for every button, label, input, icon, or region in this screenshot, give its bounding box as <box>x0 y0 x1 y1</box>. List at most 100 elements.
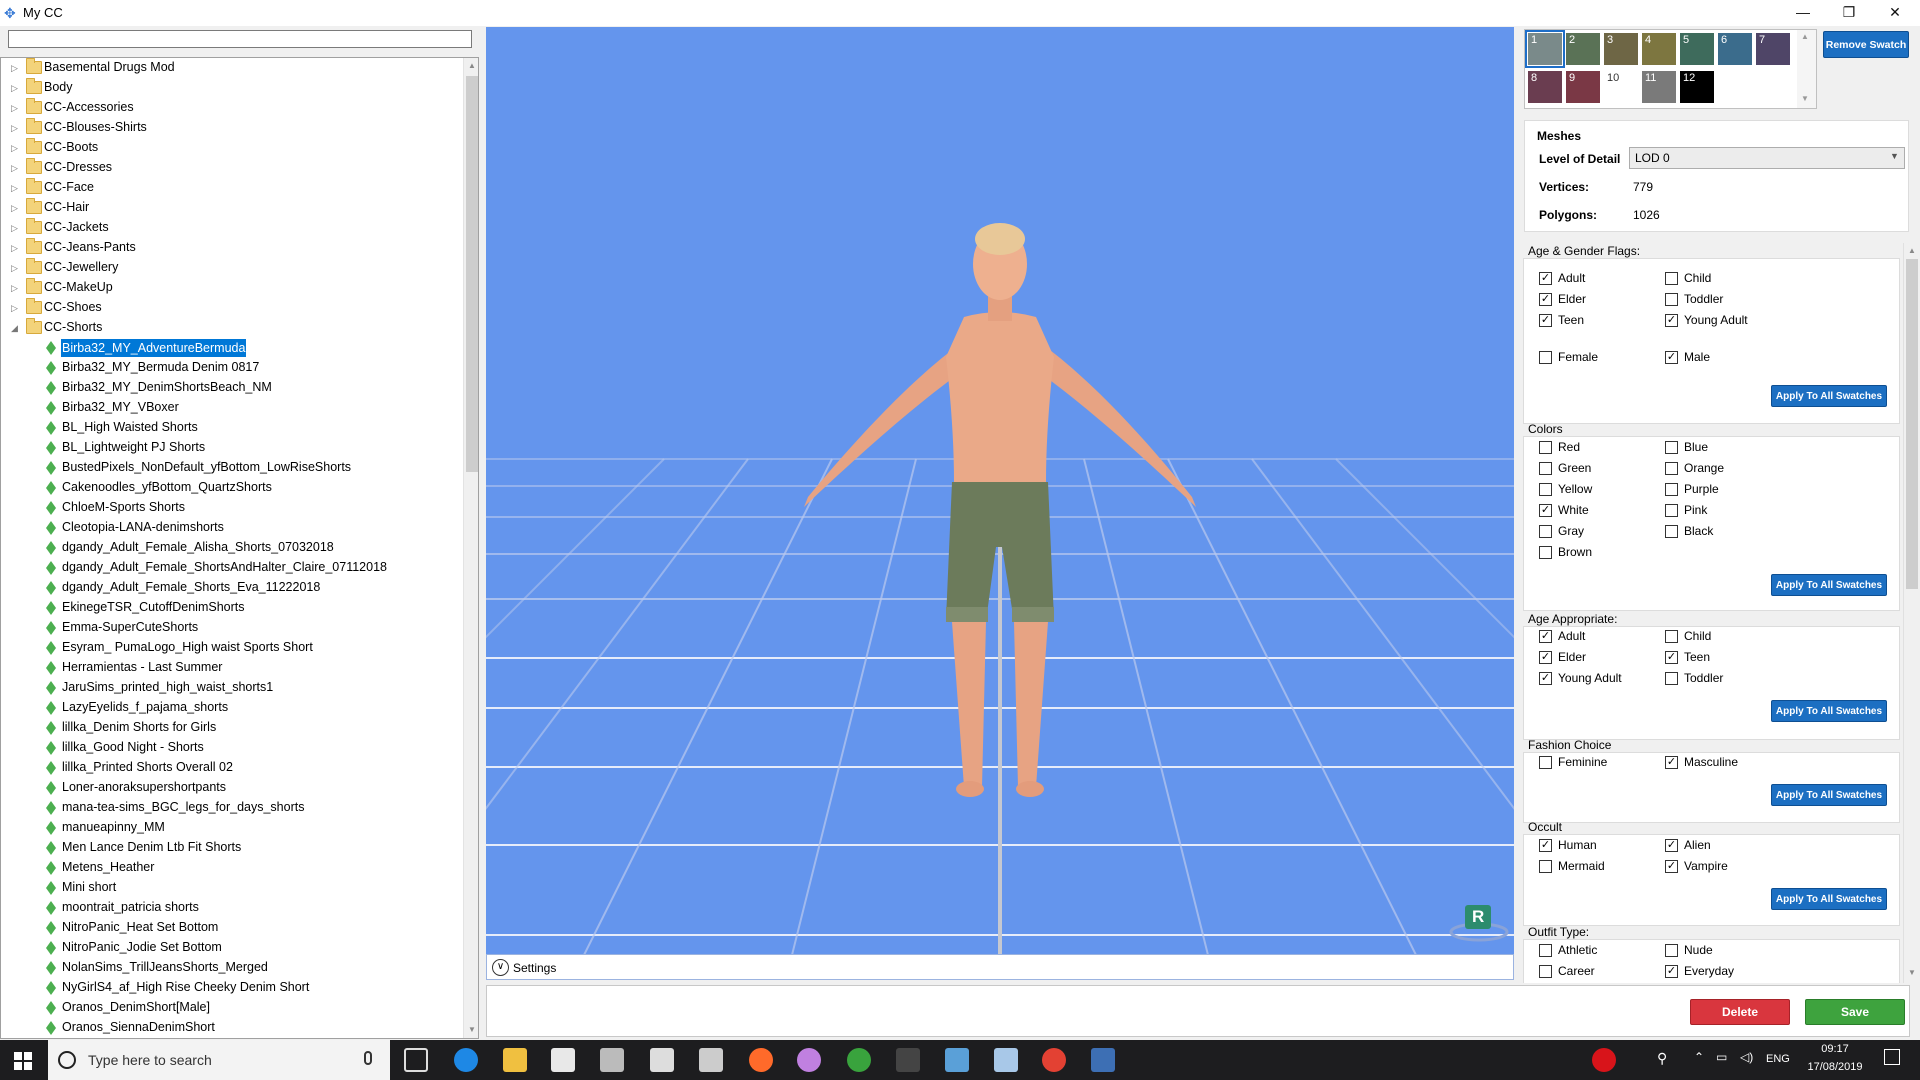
fashion-apply-button[interactable]: Apply To All Swatches <box>1771 784 1887 806</box>
notifications-icon[interactable] <box>1884 1049 1900 1065</box>
edge-icon[interactable] <box>454 1048 478 1072</box>
windows-start-icon[interactable] <box>14 1052 32 1070</box>
maximize-button[interactable]: ❐ <box>1826 0 1872 26</box>
tree-item-row[interactable]: NolanSims_TrillJeansShorts_Merged <box>1 958 463 978</box>
expander-icon[interactable]: ▷ <box>11 278 21 298</box>
checkbox-icon[interactable] <box>1665 944 1678 957</box>
tree-folder-row[interactable]: ▷ Body <box>1 78 463 98</box>
volume-icon[interactable]: ◁) <box>1740 1050 1753 1064</box>
checkbox-icon[interactable] <box>1539 546 1552 559</box>
expander-icon[interactable]: ▷ <box>11 298 21 318</box>
tree-item-row[interactable]: Birba32_MY_DenimShortsBeach_NM <box>1 378 463 398</box>
minimize-button[interactable]: — <box>1780 0 1826 26</box>
swatch-10[interactable]: 10 <box>1604 71 1638 103</box>
viewport-settings-bar[interactable]: ∨ Settings <box>486 954 1514 980</box>
swatch-3[interactable]: 3 <box>1604 33 1638 65</box>
store-icon[interactable] <box>551 1048 575 1072</box>
delete-button[interactable]: Delete <box>1690 999 1790 1025</box>
tree-item-row[interactable]: NitroPanic_Jodie Set Bottom <box>1 938 463 958</box>
checkbox-icon[interactable] <box>1539 441 1552 454</box>
tree-item-row[interactable]: Birba32_MY_AdventureBermuda <box>1 338 463 358</box>
tree-folder-row[interactable]: ▷ CC-Jewellery <box>1 258 463 278</box>
checkbox-icon[interactable] <box>1539 965 1552 978</box>
language-indicator[interactable]: ENG <box>1766 1053 1790 1065</box>
mail-icon[interactable] <box>699 1048 723 1072</box>
checkbox-icon[interactable]: ✓ <box>1539 839 1552 852</box>
tree-item-row[interactable]: NitroPanic_Heat Set Bottom <box>1 918 463 938</box>
tree-folder-row[interactable]: ◢ CC-Shorts <box>1 318 463 338</box>
tree-item-row[interactable]: Mini short <box>1 878 463 898</box>
checkbox-icon[interactable] <box>1539 860 1552 873</box>
expander-icon[interactable]: ▷ <box>11 258 21 278</box>
tree-item-row[interactable]: Emma-SuperCuteShorts <box>1 618 463 638</box>
clock-date[interactable]: 17/08/2019 <box>1801 1061 1869 1073</box>
save-button[interactable]: Save <box>1805 999 1905 1025</box>
tree-item-row[interactable]: Birba32_MY_Bermuda Denim 0817 <box>1 358 463 378</box>
expander-icon[interactable]: ▷ <box>11 138 21 158</box>
tree-item-row[interactable]: Cakenoodles_yfBottom_QuartzShorts <box>1 478 463 498</box>
checkbox-icon[interactable] <box>1539 483 1552 496</box>
checkbox-icon[interactable] <box>1665 630 1678 643</box>
scroll-up-icon[interactable]: ▲ <box>1801 32 1809 41</box>
tree-item-row[interactable]: mana-tea-sims_BGC_legs_for_days_shorts <box>1 798 463 818</box>
swatch-12[interactable]: 12 <box>1680 71 1714 103</box>
checkbox-icon[interactable] <box>1665 525 1678 538</box>
checkbox-icon[interactable] <box>1539 462 1552 475</box>
checkbox-icon[interactable] <box>1665 483 1678 496</box>
scroll-down-icon[interactable]: ▼ <box>1801 94 1809 103</box>
checkbox-icon[interactable] <box>1539 756 1552 769</box>
checkbox-icon[interactable]: ✓ <box>1665 756 1678 769</box>
expander-icon[interactable]: ▷ <box>11 178 21 198</box>
checkbox-icon[interactable] <box>1539 525 1552 538</box>
expander-icon[interactable]: ▷ <box>11 118 21 138</box>
tree-folder-row[interactable]: ▷ CC-Jackets <box>1 218 463 238</box>
tree-item-row[interactable]: dgandy_Adult_Female_Shorts_Eva_11222018 <box>1 578 463 598</box>
checkbox-icon[interactable]: ✓ <box>1665 314 1678 327</box>
flags-scrollbar[interactable]: ▲ ▼ <box>1903 243 1919 983</box>
mycc-taskbar-icon[interactable] <box>1091 1048 1115 1072</box>
expander-icon[interactable]: ▷ <box>11 218 21 238</box>
tree-item-row[interactable]: Herramientas - Last Summer <box>1 658 463 678</box>
checkbox-icon[interactable] <box>1539 944 1552 957</box>
tree-item-row[interactable]: Oranos_DenimShort[Male] <box>1 998 463 1018</box>
lod-select[interactable]: LOD 0 <box>1629 147 1905 169</box>
checkbox-icon[interactable]: ✓ <box>1539 630 1552 643</box>
tree-item-row[interactable]: dgandy_Adult_Female_ShortsAndHalter_Clai… <box>1 558 463 578</box>
file-explorer-icon[interactable] <box>503 1048 527 1072</box>
tree-item-row[interactable]: lillka_Printed Shorts Overall 02 <box>1 758 463 778</box>
tree-item-row[interactable]: Birba32_MY_VBoxer <box>1 398 463 418</box>
flags-scroll-thumb[interactable] <box>1906 259 1918 589</box>
checkbox-icon[interactable] <box>1665 293 1678 306</box>
remove-swatch-button[interactable]: Remove Swatch <box>1823 31 1909 58</box>
tree-item-row[interactable]: Metens_Heather <box>1 858 463 878</box>
tree-scrollbar[interactable]: ▲ ▼ <box>463 58 478 1038</box>
checkbox-icon[interactable]: ✓ <box>1665 965 1678 978</box>
checkbox-icon[interactable]: ✓ <box>1539 651 1552 664</box>
tree-item-row[interactable]: lillka_Denim Shorts for Girls <box>1 718 463 738</box>
checkbox-icon[interactable]: ✓ <box>1665 651 1678 664</box>
tree-item-row[interactable]: Oranos_SiennaDenimShort <box>1 1018 463 1038</box>
chevron-down-icon[interactable]: ▼ <box>1890 151 1899 161</box>
sims-icon[interactable] <box>847 1048 871 1072</box>
tree-folder-row[interactable]: ▷ CC-Jeans-Pants <box>1 238 463 258</box>
tree-folder-row[interactable]: ▷ CC-Hair <box>1 198 463 218</box>
expander-icon[interactable]: ▷ <box>11 238 21 258</box>
checkbox-icon[interactable] <box>1665 672 1678 685</box>
tree-item-row[interactable]: moontrait_patricia shorts <box>1 898 463 918</box>
checkbox-icon[interactable]: ✓ <box>1665 860 1678 873</box>
chrome-icon[interactable] <box>1042 1048 1066 1072</box>
chevron-down-icon[interactable]: ∨ <box>492 959 509 976</box>
tree-item-row[interactable]: ChloeM-Sports Shorts <box>1 498 463 518</box>
swatch-5[interactable]: 5 <box>1680 33 1714 65</box>
checkbox-icon[interactable]: ✓ <box>1539 504 1552 517</box>
expander-icon[interactable]: ▷ <box>11 198 21 218</box>
occult-apply-button[interactable]: Apply To All Swatches <box>1771 888 1887 910</box>
tree-folder-row[interactable]: ▷ CC-Blouses-Shirts <box>1 118 463 138</box>
swatch-6[interactable]: 6 <box>1718 33 1752 65</box>
tree-item-row[interactable]: BL_Lightweight PJ Shorts <box>1 438 463 458</box>
expander-icon[interactable]: ▷ <box>11 98 21 118</box>
clock-time[interactable]: 09:17 <box>1806 1043 1864 1055</box>
checkbox-icon[interactable] <box>1539 351 1552 364</box>
tree-item-row[interactable]: Men Lance Denim Ltb Fit Shorts <box>1 838 463 858</box>
tree-scroll-thumb[interactable] <box>466 76 478 472</box>
